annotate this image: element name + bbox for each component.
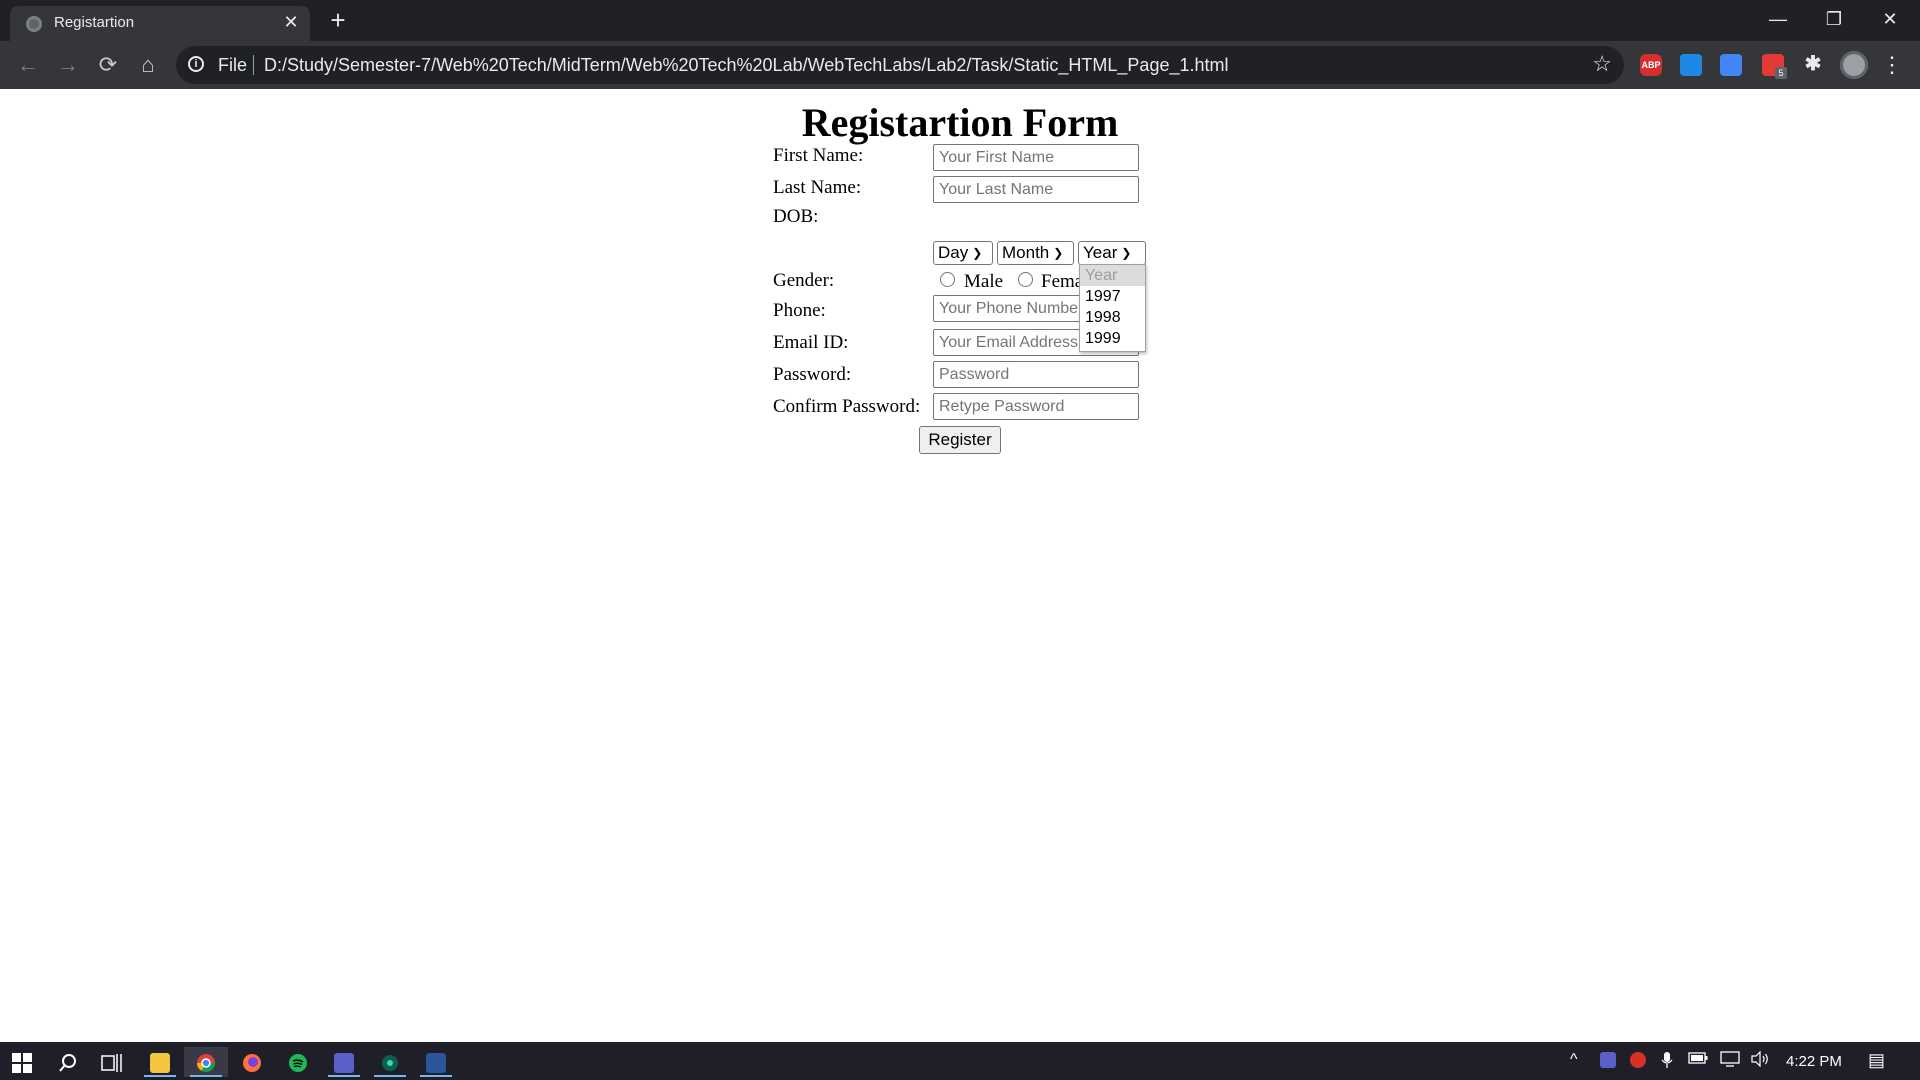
page-title: Registartion Form: [801, 100, 1119, 145]
info-icon[interactable]: i: [188, 56, 204, 72]
close-tab-icon[interactable]: ✕: [280, 11, 302, 33]
notification-icon[interactable]: ▤: [1868, 1050, 1885, 1071]
battery-icon[interactable]: [1688, 1051, 1708, 1070]
year-option[interactable]: 1997: [1080, 286, 1145, 307]
gender-label: Gender:: [773, 270, 835, 291]
dob-year-select[interactable]: Year ❯: [1078, 241, 1146, 265]
dob-day-value: Day: [938, 243, 969, 262]
bookmark-star-icon[interactable]: ☆: [1592, 51, 1612, 77]
gender-male-radio[interactable]: [940, 272, 955, 287]
browser-tabstrip: Registartion ✕ + — ❐ ✕: [0, 0, 1920, 41]
new-tab-button[interactable]: +: [324, 6, 352, 34]
home-icon[interactable]: ⌂: [132, 49, 164, 81]
volume-icon[interactable]: [1750, 1050, 1770, 1072]
tab-title: Registartion: [54, 14, 135, 31]
dob-month-select[interactable]: Month ❯: [997, 241, 1074, 265]
phone-label: Phone:: [773, 300, 826, 321]
year-option[interactable]: 1998: [1080, 307, 1145, 328]
tray-chevron-icon[interactable]: ^: [1570, 1051, 1578, 1069]
browser-toolbar: ← → ⟳ ⌂ i File D:/Study/Semester-7/Web%2…: [0, 41, 1920, 89]
tray-gmail-icon[interactable]: [1630, 1051, 1646, 1069]
google-translate-icon[interactable]: [1720, 54, 1742, 76]
omnibox-divider: [253, 55, 254, 75]
translate-extension-icon[interactable]: [1680, 54, 1702, 76]
menu-icon[interactable]: ⋮: [1880, 49, 1904, 81]
password-input[interactable]: Password: [933, 361, 1139, 388]
address-bar[interactable]: i File D:/Study/Semester-7/Web%20Tech/Mi…: [176, 46, 1624, 84]
reload-icon[interactable]: ⟳: [92, 49, 124, 81]
year-option[interactable]: 1999: [1080, 328, 1145, 349]
page-content: Registartion Form First Name: Your First…: [0, 89, 1920, 1042]
teams-icon[interactable]: [322, 1047, 366, 1077]
dob-year-value: Year: [1083, 243, 1118, 262]
confirm-password-label: Confirm Password:: [773, 396, 921, 417]
profile-avatar[interactable]: [1840, 51, 1868, 79]
chevron-down-icon: ❯: [1121, 246, 1132, 260]
password-label: Password:: [773, 364, 852, 385]
forward-icon[interactable]: →: [52, 49, 84, 81]
back-icon[interactable]: ←: [12, 49, 44, 81]
dob-label: DOB:: [773, 206, 819, 227]
taskbar: ^ 4:22 PM ▤: [0, 1042, 1920, 1080]
puzzle-icon[interactable]: ✱: [1802, 54, 1824, 76]
gender-female-label[interactable]: Female: [1041, 271, 1081, 293]
microphone-icon[interactable]: [1660, 1051, 1674, 1074]
spotify-icon[interactable]: [276, 1047, 320, 1077]
year-dropdown-list: Year 1997 1998 1999: [1079, 264, 1146, 352]
last-name-input[interactable]: Your Last Name: [933, 176, 1139, 203]
email-label: Email ID:: [773, 332, 849, 353]
extension-badge: 5: [1775, 67, 1787, 79]
gender-female-radio[interactable]: [1018, 272, 1033, 287]
app-icon[interactable]: [368, 1047, 412, 1077]
year-option-placeholder[interactable]: Year: [1080, 265, 1145, 286]
minimize-button[interactable]: —: [1750, 0, 1806, 40]
url-text[interactable]: D:/Study/Semester-7/Web%20Tech/MidTerm/W…: [264, 55, 1229, 76]
firefox-icon[interactable]: [230, 1047, 274, 1077]
close-window-button[interactable]: ✕: [1862, 0, 1918, 40]
chevron-down-icon: ❯: [972, 246, 983, 260]
chrome-icon[interactable]: [184, 1047, 228, 1077]
first-name-input[interactable]: Your First Name: [933, 144, 1139, 171]
windows-start-icon[interactable]: [0, 1047, 44, 1077]
chevron-down-icon: ❯: [1053, 246, 1064, 260]
file-explorer-icon[interactable]: [138, 1047, 182, 1077]
system-clock[interactable]: 4:22 PM: [1786, 1053, 1842, 1070]
task-view-icon[interactable]: [90, 1047, 134, 1077]
word-icon[interactable]: [414, 1047, 458, 1077]
restore-button[interactable]: ❐: [1806, 0, 1862, 40]
network-icon[interactable]: [1720, 1051, 1740, 1072]
dob-month-value: Month: [1002, 243, 1050, 262]
search-icon[interactable]: [46, 1047, 90, 1077]
adblock-plus-icon[interactable]: ABP: [1640, 54, 1662, 76]
scheme-label: File: [218, 55, 248, 75]
tab-favicon-icon: [26, 16, 42, 32]
first-name-label: First Name:: [773, 145, 864, 166]
dob-day-select[interactable]: Day ❯: [933, 241, 993, 265]
tray-teams-icon[interactable]: [1600, 1051, 1616, 1069]
last-name-label: Last Name:: [773, 177, 862, 198]
browser-tab-active[interactable]: Registartion ✕: [10, 6, 310, 41]
confirm-password-input[interactable]: Retype Password: [933, 393, 1139, 420]
gender-male-label[interactable]: Male: [964, 271, 1003, 293]
register-button[interactable]: Register: [919, 426, 1001, 454]
